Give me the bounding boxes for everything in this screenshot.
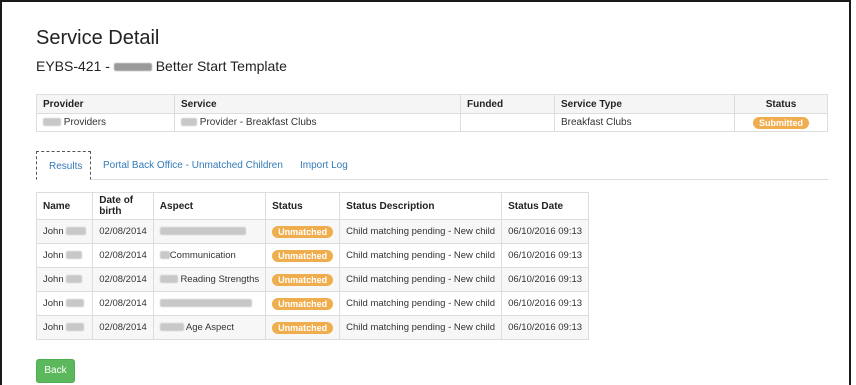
redacted-text xyxy=(159,299,252,308)
redacted-text xyxy=(66,299,85,308)
date-cell: 06/10/2016 09:13 xyxy=(501,291,590,316)
status-badge: Unmatched xyxy=(272,225,334,238)
date-cell: 06/10/2016 09:13 xyxy=(501,267,590,292)
status-cell: Unmatched xyxy=(265,291,341,316)
aspect-cell: Reading Strengths xyxy=(152,267,267,292)
col-status-date: Status Date xyxy=(501,192,590,220)
table-row: John 02/08/2014 Reading Strengths Unmatc… xyxy=(35,267,590,292)
redacted-text xyxy=(66,227,87,236)
tab-import-log[interactable]: Import Log xyxy=(288,151,360,180)
service-cell: Provider - Breakfast Clubs xyxy=(174,113,461,132)
description-cell: Child matching pending - New child xyxy=(339,243,503,268)
status-badge: Unmatched xyxy=(272,321,334,334)
status-badge: Unmatched xyxy=(272,249,334,262)
aspect-cell: Age Aspect xyxy=(152,315,267,340)
redacted-text xyxy=(66,323,85,332)
name-cell: John xyxy=(35,219,94,244)
dob-cell: 02/08/2014 xyxy=(92,291,154,316)
dob-cell: 02/08/2014 xyxy=(92,267,154,292)
status-badge: Unmatched xyxy=(272,273,334,286)
dob-cell: 02/08/2014 xyxy=(92,315,154,340)
redacted-text xyxy=(159,323,184,332)
table-row: John 02/08/2014 Communication Unmatched … xyxy=(35,243,590,268)
status-badge: Submitted xyxy=(753,116,809,129)
aspect-name: Reading Strengths xyxy=(180,274,260,285)
name-cell: John xyxy=(35,291,94,316)
col-funded: Funded xyxy=(460,94,555,114)
status-cell: Unmatched xyxy=(265,243,341,268)
dob-cell: 02/08/2014 xyxy=(92,219,154,244)
dob-cell: 02/08/2014 xyxy=(92,243,154,268)
description-cell: Child matching pending - New child xyxy=(339,315,503,340)
child-name: John xyxy=(43,226,64,237)
name-cell: John xyxy=(35,243,94,268)
child-name: John xyxy=(43,274,64,285)
col-status-description: Status Description xyxy=(339,192,503,220)
subtitle-prefix: EYBS-421 - xyxy=(36,58,114,74)
aspect-cell: Communication xyxy=(152,243,267,268)
redacted-text xyxy=(66,251,83,260)
aspect-name: Communication xyxy=(169,250,236,261)
service-type-cell: Breakfast Clubs xyxy=(554,113,735,132)
name-cell: John xyxy=(35,315,94,340)
date-cell: 06/10/2016 09:13 xyxy=(501,315,590,340)
table-row: John 02/08/2014 Unmatched Child matching… xyxy=(35,219,590,244)
back-button[interactable]: Back xyxy=(36,359,75,383)
aspect-cell xyxy=(152,291,267,316)
results-table: Name Date of birth Aspect Status Status … xyxy=(35,192,590,340)
col-name: Name xyxy=(35,192,94,220)
col-service: Service xyxy=(174,94,461,114)
redacted-text xyxy=(159,275,178,284)
subtitle-suffix: Better Start Template xyxy=(155,58,287,74)
child-name: John xyxy=(43,298,64,309)
funded-cell xyxy=(460,113,555,132)
status-cell: Submitted xyxy=(734,113,828,132)
name-cell: John xyxy=(35,267,94,292)
redacted-text xyxy=(159,251,170,260)
status-cell: Unmatched xyxy=(265,267,341,292)
tab-bar: Results Portal Back Office - Unmatched C… xyxy=(36,151,828,180)
provider-cell: Providers xyxy=(36,113,175,132)
col-dob: Date of birth xyxy=(92,192,154,220)
status-cell: Unmatched xyxy=(265,315,341,340)
child-name: John xyxy=(43,322,64,333)
status-cell: Unmatched xyxy=(265,219,341,244)
redacted-text xyxy=(181,118,197,127)
child-name: John xyxy=(43,250,64,261)
date-cell: 06/10/2016 09:13 xyxy=(501,219,590,244)
col-service-type: Service Type xyxy=(554,94,735,114)
aspect-name: Age Aspect xyxy=(185,322,234,333)
table-row: John 02/08/2014 Unmatched Child matching… xyxy=(35,291,590,316)
provider-name: Providers xyxy=(63,117,107,128)
tab-results[interactable]: Results xyxy=(36,151,91,180)
redacted-text xyxy=(159,227,246,236)
redacted-text xyxy=(43,118,61,127)
col-status: Status xyxy=(265,192,341,220)
table-row: John 02/08/2014 Age Aspect Unmatched Chi… xyxy=(35,315,590,340)
description-cell: Child matching pending - New child xyxy=(339,267,503,292)
service-detail-page: Service Detail EYBS-421 - Better Start T… xyxy=(35,26,828,383)
service-name: Provider - Breakfast Clubs xyxy=(199,117,317,128)
col-status: Status xyxy=(734,94,828,114)
description-cell: Child matching pending - New child xyxy=(339,219,503,244)
aspect-cell xyxy=(152,219,267,244)
description-cell: Child matching pending - New child xyxy=(339,291,503,316)
redacted-name xyxy=(113,63,152,72)
page-subtitle: EYBS-421 - Better Start Template xyxy=(36,58,828,74)
redacted-text xyxy=(66,275,83,284)
tab-portal-back-office[interactable]: Portal Back Office - Unmatched Children xyxy=(91,151,295,180)
results-table-header: Name Date of birth Aspect Status Status … xyxy=(35,192,590,220)
provider-table: Provider Service Funded Service Type Sta… xyxy=(36,94,828,132)
provider-row: Providers Provider - Breakfast Clubs Bre… xyxy=(36,113,828,132)
status-badge: Unmatched xyxy=(272,297,334,310)
page-title: Service Detail xyxy=(36,27,160,49)
provider-table-header: Provider Service Funded Service Type Sta… xyxy=(36,94,828,114)
col-provider: Provider xyxy=(36,94,175,114)
date-cell: 06/10/2016 09:13 xyxy=(501,243,590,268)
col-aspect: Aspect xyxy=(152,192,267,220)
